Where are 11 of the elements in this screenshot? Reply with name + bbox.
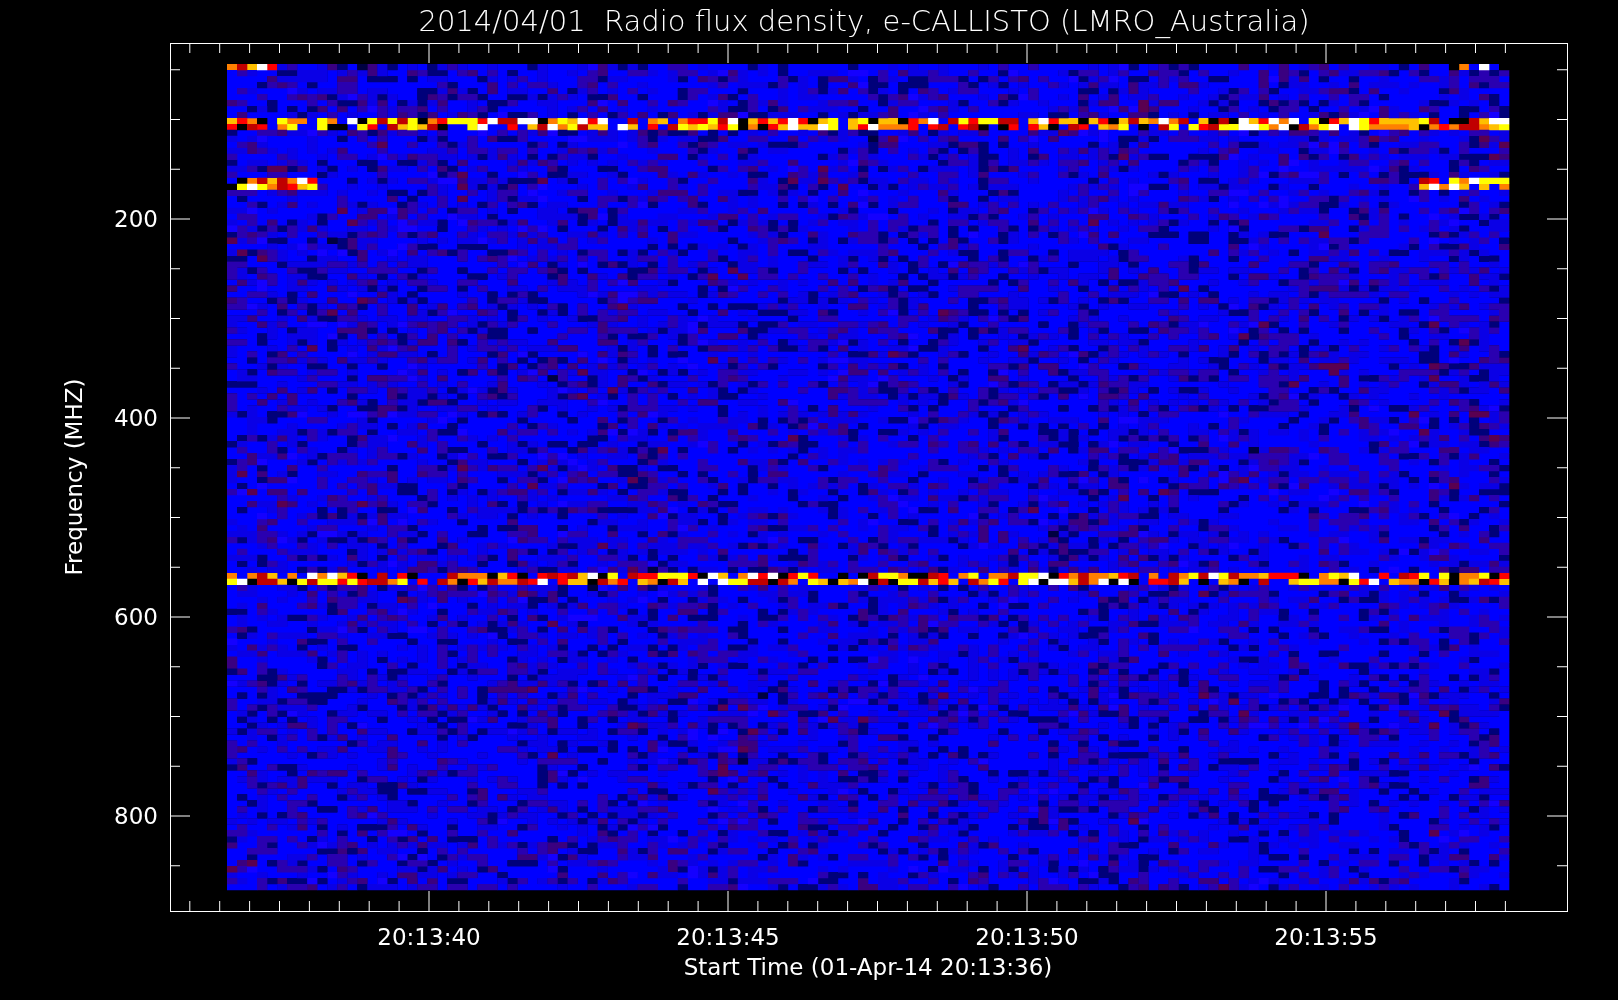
y-tick-label: 200 — [114, 206, 158, 232]
x-tick-label: 20:13:45 — [676, 924, 780, 950]
y-tick-label: 600 — [114, 604, 158, 630]
y-axis-label: Frequency (MHZ) — [61, 378, 87, 576]
x-tick-label: 20:13:50 — [975, 924, 1079, 950]
x-axis-label: Start Time (01-Apr-14 20:13:36) — [683, 954, 1053, 980]
y-tick-label: 400 — [114, 405, 158, 431]
x-tick-label: 20:13:55 — [1274, 924, 1378, 950]
plot-title: 2014/04/01 Radio flux density, e-CALLISTO (LMRO_Australia) — [418, 4, 1310, 38]
x-tick-label: 20:13:40 — [377, 924, 481, 950]
y-tick-label: 800 — [114, 803, 158, 829]
